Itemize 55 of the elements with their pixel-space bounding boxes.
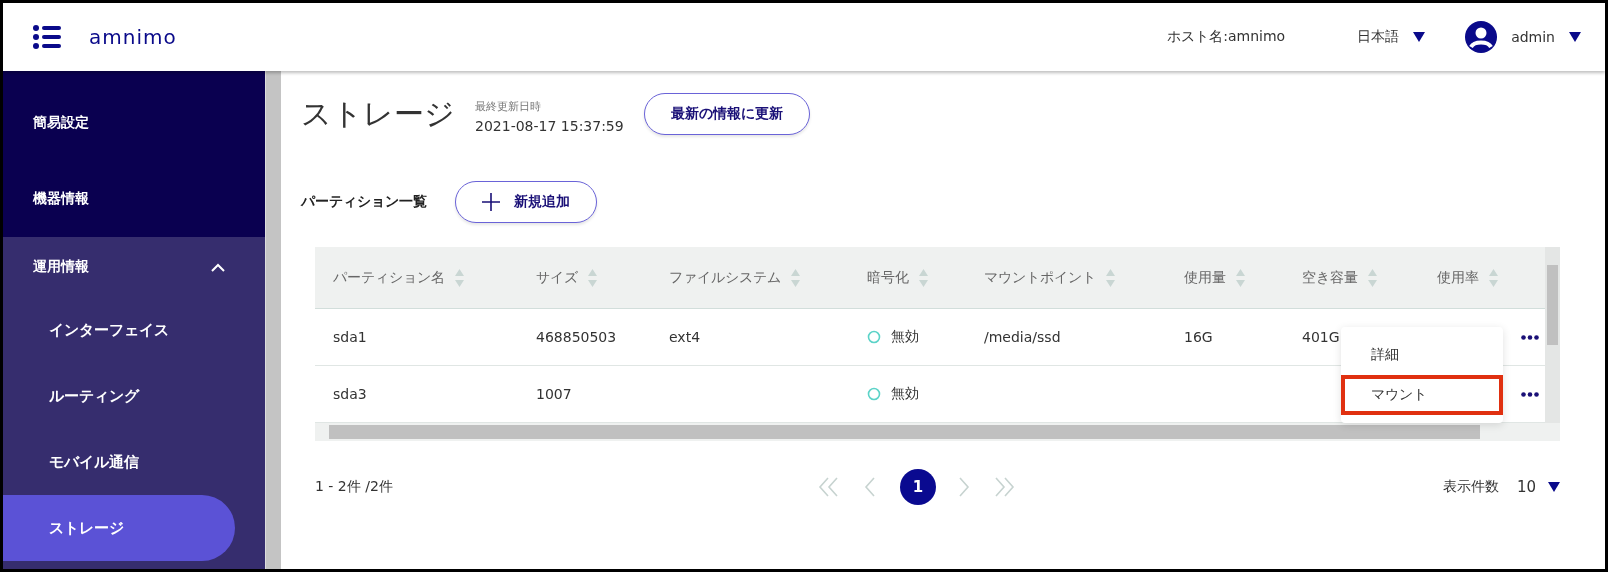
column-header[interactable]: パーティション名 <box>315 247 518 309</box>
column-header[interactable]: 使用率 <box>1419 247 1515 309</box>
sort-icon[interactable] <box>1236 268 1245 287</box>
chevron-icon <box>211 262 225 272</box>
page-title: ストレージ <box>301 94 455 133</box>
menu-item[interactable]: マウント <box>1341 375 1503 415</box>
sort-icon[interactable] <box>1106 268 1115 287</box>
sidebar-item[interactable]: インターフェイス <box>3 297 235 363</box>
menu-icon[interactable] <box>33 25 61 49</box>
sort-icon[interactable] <box>455 268 464 287</box>
vertical-scrollbar[interactable] <box>1545 247 1560 423</box>
page-size-select[interactable]: 10 <box>1516 478 1560 496</box>
sidebar-item[interactable]: ルーティング <box>3 363 235 429</box>
host-name: ホスト名:amnimo <box>1167 28 1286 46</box>
next-page-icon[interactable] <box>957 476 972 498</box>
horizontal-scrollbar[interactable] <box>315 423 1560 441</box>
sidebar-item[interactable]: ストレージ <box>3 495 235 561</box>
table-cell: 16G <box>1166 309 1284 366</box>
column-header[interactable]: サイズ <box>518 247 651 309</box>
dropdown-caret-icon <box>1569 32 1581 42</box>
sort-icon[interactable] <box>1368 268 1377 287</box>
column-header[interactable]: ファイルシステム <box>651 247 849 309</box>
sidebar-group[interactable]: 運用情報 <box>3 237 265 297</box>
column-header[interactable]: 暗号化 <box>849 247 966 309</box>
table-cell: sda1 <box>315 309 518 366</box>
sort-icon[interactable] <box>1489 268 1498 287</box>
sort-icon[interactable] <box>919 268 928 287</box>
logo: amnimo <box>89 25 177 49</box>
previous-page-icon[interactable] <box>863 476 878 498</box>
table-cell: ext4 <box>651 309 849 366</box>
sort-icon[interactable] <box>791 268 800 287</box>
encryption-status: 無効 <box>891 328 919 346</box>
dropdown-caret-icon <box>1413 32 1426 42</box>
language-select[interactable]: 日本語 <box>1357 28 1426 46</box>
plus-icon <box>482 193 500 211</box>
encryption-status: 無効 <box>891 385 919 403</box>
sidebar-item[interactable]: モバイル通信 <box>3 429 235 495</box>
user-menu[interactable]: admin <box>1465 21 1581 53</box>
refresh-button[interactable]: 最新の情報に更新 <box>643 93 810 135</box>
page-size-label: 表示件数 <box>1442 478 1499 496</box>
updated-label: 最終更新日時 <box>475 98 542 114</box>
add-button[interactable]: 新規追加 <box>455 181 597 223</box>
section-title: パーティション一覧 <box>301 193 427 211</box>
table-cell: 468850503 <box>518 309 651 366</box>
column-header[interactable]: 使用量 <box>1166 247 1284 309</box>
page-number[interactable]: 1 <box>899 469 936 505</box>
result-count: 1 - 2件 /2件 <box>315 478 393 496</box>
table-cell: /media/ssd <box>966 309 1166 366</box>
header-cell <box>1515 247 1545 309</box>
sort-icon[interactable] <box>588 268 597 287</box>
column-header[interactable]: マウントポイント <box>966 247 1166 309</box>
column-header[interactable]: 空き容量 <box>1284 247 1419 309</box>
updated-time: 2021-08-17 15:37:59 <box>475 117 624 134</box>
dropdown-caret-icon <box>1548 482 1560 492</box>
user-avatar-icon <box>1465 21 1498 53</box>
